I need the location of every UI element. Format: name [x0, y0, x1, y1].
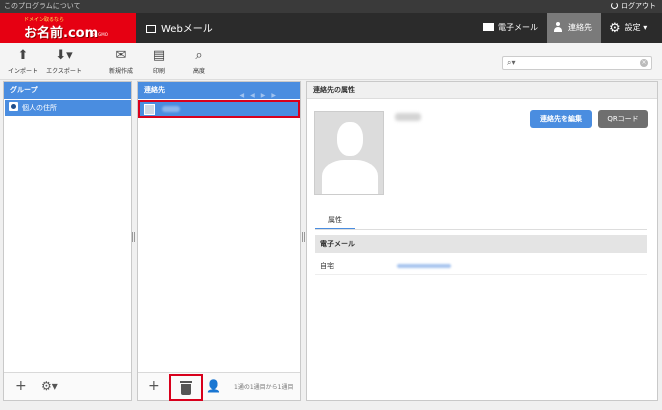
splitter-handle[interactable]: [302, 232, 305, 242]
contact-name-redacted: [162, 106, 180, 112]
add-to-group-icon[interactable]: 👤: [206, 378, 221, 394]
contact-avatar-icon: [144, 104, 155, 115]
nav-settings[interactable]: ⚙ 設定 ▾: [603, 13, 662, 43]
address-book-icon: [9, 102, 18, 111]
email-row-label: 自宅: [320, 262, 334, 270]
nav-email[interactable]: 電子メール: [481, 13, 545, 43]
tab-divider: [315, 229, 647, 230]
clear-search-icon[interactable]: ×: [640, 59, 648, 67]
edit-contact-button[interactable]: 連絡先を編集: [530, 110, 592, 128]
nav-settings-label: 設定: [624, 23, 641, 32]
envelope-icon: [483, 23, 494, 31]
export-button[interactable]: ⬇▾ エクスポート: [44, 48, 84, 75]
logo-sub: by GMO: [92, 32, 108, 37]
app-title-label: Webメール: [161, 24, 213, 35]
top-bar: このプログラムについて ログアウト: [0, 0, 662, 13]
contact-detail-panel: 連絡先の属性 連絡先を編集 QRコード 属性 電子メール 自宅: [306, 81, 658, 401]
nav-contacts-label: 連絡先: [568, 23, 592, 32]
advanced-search-button[interactable]: ⌕ 高度: [188, 48, 210, 75]
gear-icon: ⚙: [609, 21, 621, 36]
contacts-title: 連絡先 ◀◀▶▶: [138, 82, 300, 99]
new-contact-button[interactable]: ✉ 新規作成: [107, 48, 135, 75]
detail-title: 連絡先の属性: [307, 82, 657, 99]
logout-label: ログアウト: [621, 2, 656, 10]
email-link-redacted[interactable]: [397, 264, 451, 268]
print-button[interactable]: ▤ 印刷: [148, 48, 170, 75]
contacts-panel: 連絡先 ◀◀▶▶ + 👤 1通の1通目から1通目: [137, 81, 301, 401]
print-label: 印刷: [152, 68, 165, 75]
export-label: エクスポート: [46, 68, 82, 75]
groups-title: グループ: [4, 82, 131, 99]
logo-text: お名前.com: [24, 26, 99, 41]
monitor-icon: [146, 25, 156, 33]
power-icon: [611, 2, 618, 9]
contacts-title-label: 連絡先: [144, 86, 165, 94]
detail-name-redacted: [395, 113, 421, 121]
add-group-button[interactable]: +: [15, 378, 27, 394]
new-contact-label: 新規作成: [108, 68, 133, 75]
about-link[interactable]: このプログラムについて: [4, 0, 81, 13]
splitter-handle[interactable]: [132, 232, 135, 242]
search-icon: ⌕: [195, 48, 203, 63]
contact-photo: [314, 111, 384, 195]
contacts-footer: + 👤 1通の1通目から1通目: [138, 372, 300, 401]
import-icon: ⬆: [17, 48, 29, 63]
contact-row[interactable]: [138, 100, 300, 118]
groups-footer: + ⚙▾: [4, 372, 131, 400]
nav-contacts[interactable]: 連絡先: [547, 13, 601, 43]
trash-icon: [180, 381, 192, 395]
groups-panel: グループ 個人の住所 + ⚙▾: [3, 81, 132, 401]
nav-email-label: 電子メール: [498, 23, 538, 32]
email-section-header: 電子メール: [315, 235, 647, 253]
person-icon: [553, 22, 563, 32]
tab-properties[interactable]: 属性: [315, 212, 355, 230]
add-contact-button[interactable]: +: [148, 378, 160, 394]
import-label: インポート: [7, 68, 38, 75]
advanced-label: 高度: [192, 68, 205, 75]
delete-contact-button[interactable]: [169, 374, 203, 401]
group-settings-button[interactable]: ⚙▾: [41, 378, 58, 394]
search-icon: ⌕▾: [507, 58, 516, 67]
group-item-label: 個人の住所: [22, 104, 57, 112]
app-header: ドメイン取るなら お名前.com by GMO Webメール 電子メール 連絡先…: [0, 13, 662, 43]
logout-link[interactable]: ログアウト: [611, 0, 656, 13]
group-item-personal[interactable]: 個人の住所: [5, 100, 131, 116]
qr-code-button[interactable]: QRコード: [598, 110, 648, 128]
onamae-logo[interactable]: ドメイン取るなら お名前.com by GMO: [0, 13, 136, 43]
import-button[interactable]: ⬆ インポート: [6, 48, 40, 75]
app-title: Webメール: [146, 20, 213, 35]
add-mail-icon: ✉: [115, 48, 127, 63]
contacts-count: 1通の1通目から1通目: [234, 384, 294, 391]
printer-icon: ▤: [152, 48, 166, 63]
export-icon: ⬇▾: [55, 48, 73, 63]
search-input[interactable]: ⌕▾ ×: [502, 56, 652, 70]
email-row: 自宅: [315, 257, 647, 275]
